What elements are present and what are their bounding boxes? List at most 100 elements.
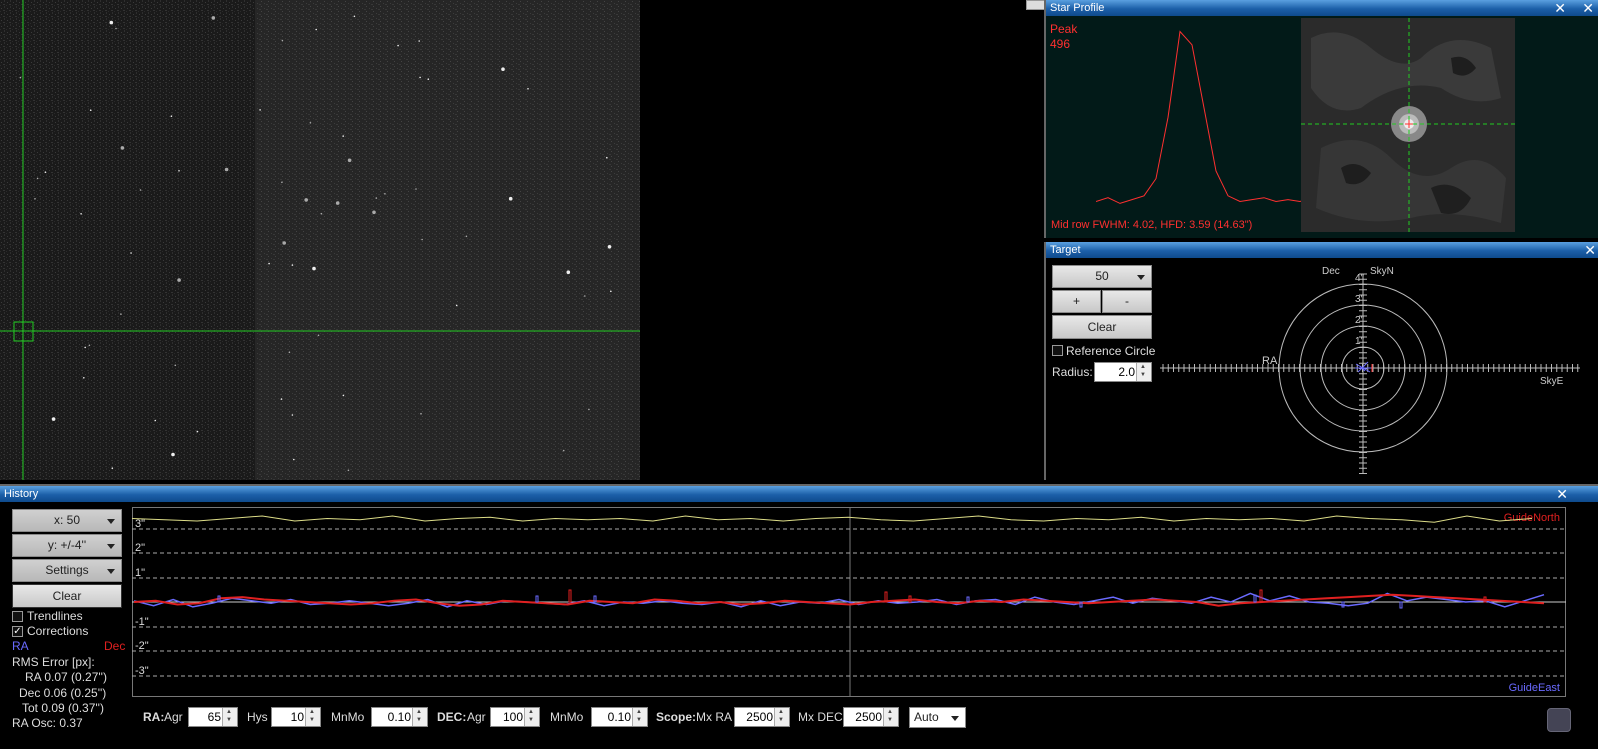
star	[353, 15, 356, 18]
close-icon[interactable]: ✕	[1556, 486, 1568, 502]
star	[288, 351, 291, 354]
y-label-3: 3"	[135, 518, 145, 530]
chevron-down-icon	[107, 568, 115, 574]
star	[115, 27, 117, 30]
star	[120, 146, 125, 150]
spinner-arrows-icon[interactable]	[632, 708, 647, 726]
star	[120, 313, 122, 315]
star	[154, 419, 157, 422]
dec-controls-label: DEC:	[437, 710, 467, 724]
history-window: History ✕ x: 50 y: +/-4'' Settings Clear…	[0, 484, 1598, 749]
radius-label: Radius:	[1052, 365, 1093, 379]
y-scale-dropdown[interactable]: y: +/-4''	[12, 534, 122, 557]
star	[177, 278, 181, 282]
dec-mnmo-spinner[interactable]: 0.10	[591, 707, 648, 727]
close-icon[interactable]: ✕	[1554, 0, 1566, 16]
right-dark-strip: ✕	[1568, 0, 1598, 238]
star	[312, 266, 316, 271]
reference-circle-label: Reference Circle	[1066, 344, 1156, 358]
star	[562, 449, 565, 452]
star	[291, 414, 294, 416]
corrections-checkbox[interactable]: ✓	[12, 626, 23, 637]
star	[309, 122, 312, 124]
mx-ra-spinner[interactable]: 2500	[734, 707, 790, 727]
star	[421, 238, 423, 241]
reference-circle-checkbox[interactable]	[1052, 345, 1063, 356]
ra-agr-spinner[interactable]: 65	[188, 707, 238, 727]
history-titlebar[interactable]: History ✕	[0, 486, 1598, 502]
ring-label-2: 2"	[1355, 315, 1365, 326]
mx-dec-spinner[interactable]: 2500	[843, 707, 899, 727]
settings-label: Settings	[45, 563, 89, 577]
target-plot: Dec SkyN RA SkyE 4" 3" 2" 1"	[1160, 266, 1580, 474]
ra-agr-label: Agr	[164, 710, 183, 724]
mx-ra-value: 2500	[746, 710, 773, 724]
spinner-arrows-icon[interactable]	[774, 708, 789, 726]
scope-label: Scope:	[656, 710, 697, 724]
radius-spinner[interactable]: 2.0	[1094, 362, 1152, 382]
history-clear-button[interactable]: Clear	[12, 584, 122, 608]
close-icon[interactable]: ✕	[1582, 0, 1594, 16]
ra-controls-label: RA:	[143, 710, 165, 724]
star	[174, 364, 177, 367]
star	[139, 189, 142, 191]
star	[304, 198, 309, 202]
ring-label-3: 3"	[1355, 294, 1365, 305]
star	[268, 262, 270, 265]
dec-agr-spinner[interactable]: 100	[490, 707, 540, 727]
ra-mnmo-value: 0.10	[387, 710, 411, 724]
resize-grip-icon[interactable]	[1547, 708, 1571, 732]
camera-view[interactable]	[0, 0, 1076, 480]
target-titlebar[interactable]: Target ✕	[1046, 242, 1598, 258]
zoom-dropdown[interactable]: 50	[1052, 265, 1152, 288]
close-icon[interactable]: ✕	[1584, 242, 1596, 258]
star	[527, 88, 529, 90]
rms-dec: Dec 0.06 (0.25'')	[19, 686, 107, 700]
star	[419, 76, 421, 79]
target-clear-button[interactable]: Clear	[1052, 315, 1152, 339]
corrections-label: Corrections	[27, 624, 89, 638]
spinner-arrows-icon[interactable]	[524, 708, 539, 726]
mode-dropdown[interactable]: Auto	[909, 707, 966, 728]
star	[291, 264, 294, 266]
x-scale-value: x: 50	[53, 513, 80, 527]
star	[372, 210, 376, 215]
y-label-m3: -3"	[135, 665, 149, 677]
star	[196, 430, 199, 433]
star	[19, 76, 22, 79]
star	[83, 377, 85, 379]
spinner-arrows-icon[interactable]	[1136, 363, 1151, 381]
rms-title: RMS Error [px]:	[12, 655, 95, 669]
star	[566, 270, 571, 275]
hys-spinner[interactable]: 10	[271, 707, 321, 727]
y-label-2: 2"	[135, 542, 145, 554]
star	[607, 245, 612, 249]
dec-legend: Dec	[104, 639, 126, 653]
star	[397, 44, 399, 47]
guide-image[interactable]	[0, 0, 640, 480]
y-label-m1: -1"	[135, 616, 149, 628]
star-profile-titlebar[interactable]: Star Profile ✕	[1046, 0, 1570, 16]
star	[584, 295, 586, 297]
spinner-arrows-icon[interactable]	[412, 708, 427, 726]
rms-tot: Tot 0.09 (0.37'')	[22, 701, 104, 715]
spinner-arrows-icon[interactable]	[222, 708, 237, 726]
star	[171, 452, 175, 457]
star	[34, 198, 36, 200]
star	[259, 109, 261, 111]
star	[610, 290, 612, 293]
x-scale-dropdown[interactable]: x: 50	[12, 509, 122, 532]
spinner-arrows-icon[interactable]	[883, 708, 898, 726]
zoom-in-button[interactable]: +	[1052, 290, 1101, 313]
history-title: History	[4, 488, 39, 500]
star	[501, 67, 505, 71]
star	[89, 109, 92, 111]
spinner-arrows-icon[interactable]	[305, 708, 320, 726]
guide-east-label: GuideEast	[1509, 682, 1560, 694]
star	[293, 458, 295, 461]
star	[178, 170, 180, 172]
trendlines-checkbox[interactable]	[12, 611, 23, 622]
settings-dropdown[interactable]: Settings	[12, 559, 122, 582]
zoom-out-button[interactable]: -	[1102, 290, 1152, 313]
ra-mnmo-spinner[interactable]: 0.10	[371, 707, 428, 727]
